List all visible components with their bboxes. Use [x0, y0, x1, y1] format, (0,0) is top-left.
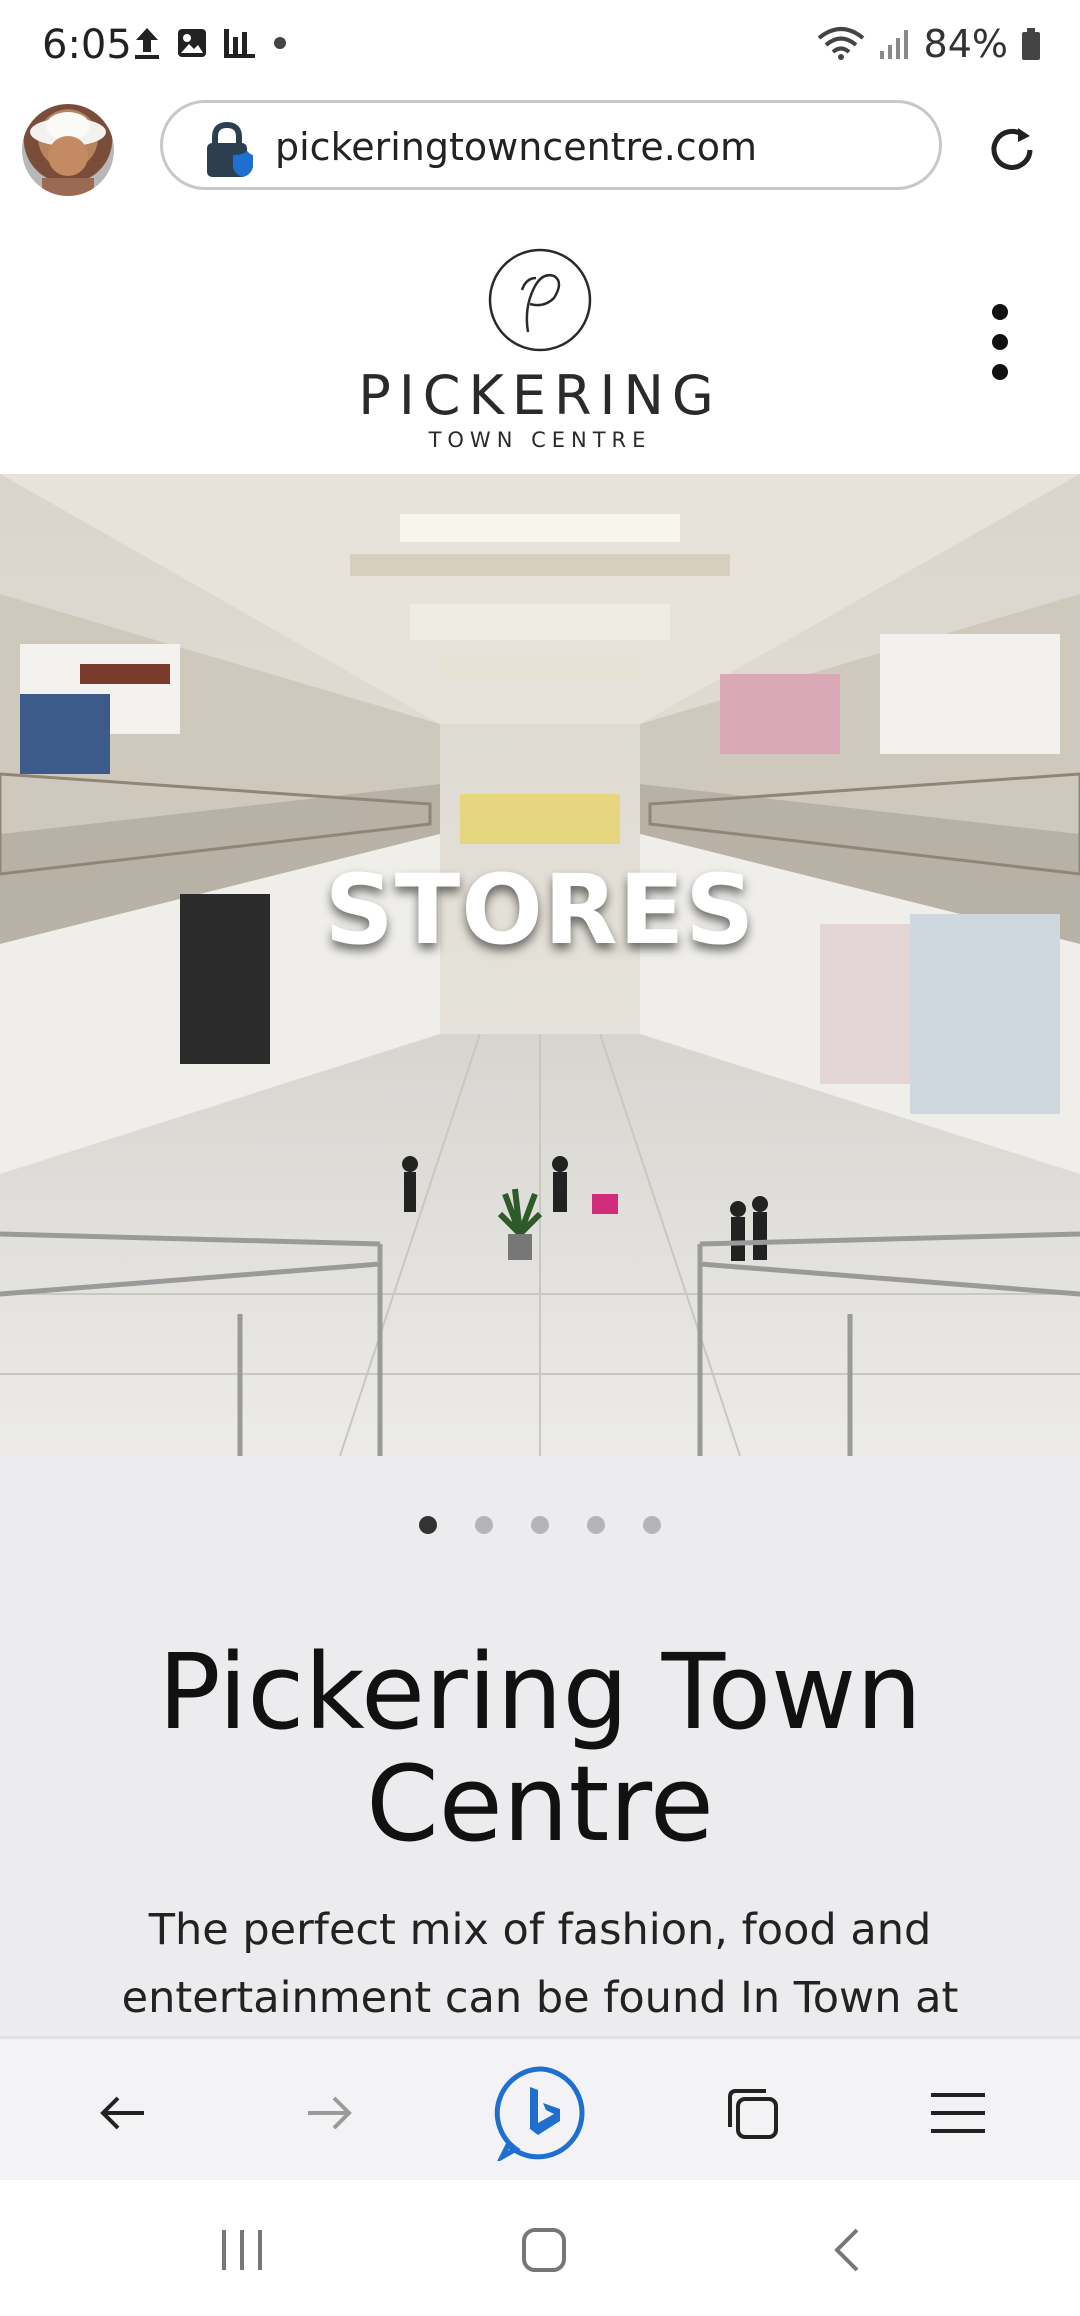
lock-icon[interactable]: [203, 121, 255, 184]
status-bar: 6:05 84%: [0, 0, 1080, 94]
bar-chart-icon: [224, 29, 255, 58]
hero-title[interactable]: STORES: [0, 854, 1080, 966]
carousel-dot-4[interactable]: [587, 1516, 605, 1534]
avatar[interactable]: [22, 104, 114, 196]
carousel-dots: [0, 1516, 1080, 1534]
browser-address-bar: pickeringtowncentre.com: [0, 94, 1080, 227]
system-navigation-bar: [0, 2180, 1080, 2316]
back-nav-icon[interactable]: [806, 2220, 886, 2280]
upload-icon: [135, 28, 159, 59]
url-text: pickeringtowncentre.com: [275, 125, 757, 169]
status-icons-left: [132, 26, 290, 60]
battery-percentage: 84%: [923, 22, 1008, 66]
page-title: Pickering Town Centre: [157, 1631, 923, 1865]
dot-icon: [274, 37, 286, 49]
carousel-dot-1[interactable]: [419, 1516, 437, 1534]
logo-monogram-icon[interactable]: [484, 248, 596, 357]
logo-title[interactable]: PICKERING: [0, 364, 1080, 427]
carousel-dot-2[interactable]: [475, 1516, 493, 1534]
forward-icon[interactable]: [290, 2073, 370, 2153]
tabs-icon[interactable]: [712, 2073, 792, 2153]
signal-icon: [879, 30, 908, 59]
page-description: The perfect mix of fashion, food and ent…: [121, 1905, 959, 2023]
carousel-dot-5[interactable]: [643, 1516, 661, 1534]
kebab-menu-icon[interactable]: [980, 304, 1020, 394]
browser-bottom-toolbar: [0, 2036, 1080, 2180]
back-icon[interactable]: [82, 2073, 162, 2153]
reload-icon[interactable]: [984, 122, 1040, 183]
content-section: Pickering Town Centre The perfect mix of…: [0, 1456, 1080, 2036]
image-icon: [178, 29, 206, 57]
carousel-dot-3[interactable]: [531, 1516, 549, 1534]
status-icons-right: 84%: [816, 22, 1042, 66]
hero-carousel[interactable]: STORES: [0, 474, 1080, 1456]
status-time: 6:05: [42, 22, 132, 68]
home-icon[interactable]: [504, 2220, 584, 2280]
menu-icon[interactable]: [918, 2073, 998, 2153]
wifi-icon: [817, 27, 864, 60]
url-field[interactable]: pickeringtowncentre.com: [160, 100, 942, 190]
recent-apps-icon[interactable]: [202, 2220, 282, 2280]
logo-subtitle: TOWN CENTRE: [428, 428, 652, 452]
battery-icon: [1022, 28, 1040, 60]
bing-chat-icon[interactable]: [494, 2065, 590, 2161]
site-header: PICKERING TOWN CENTRE: [0, 224, 1080, 474]
